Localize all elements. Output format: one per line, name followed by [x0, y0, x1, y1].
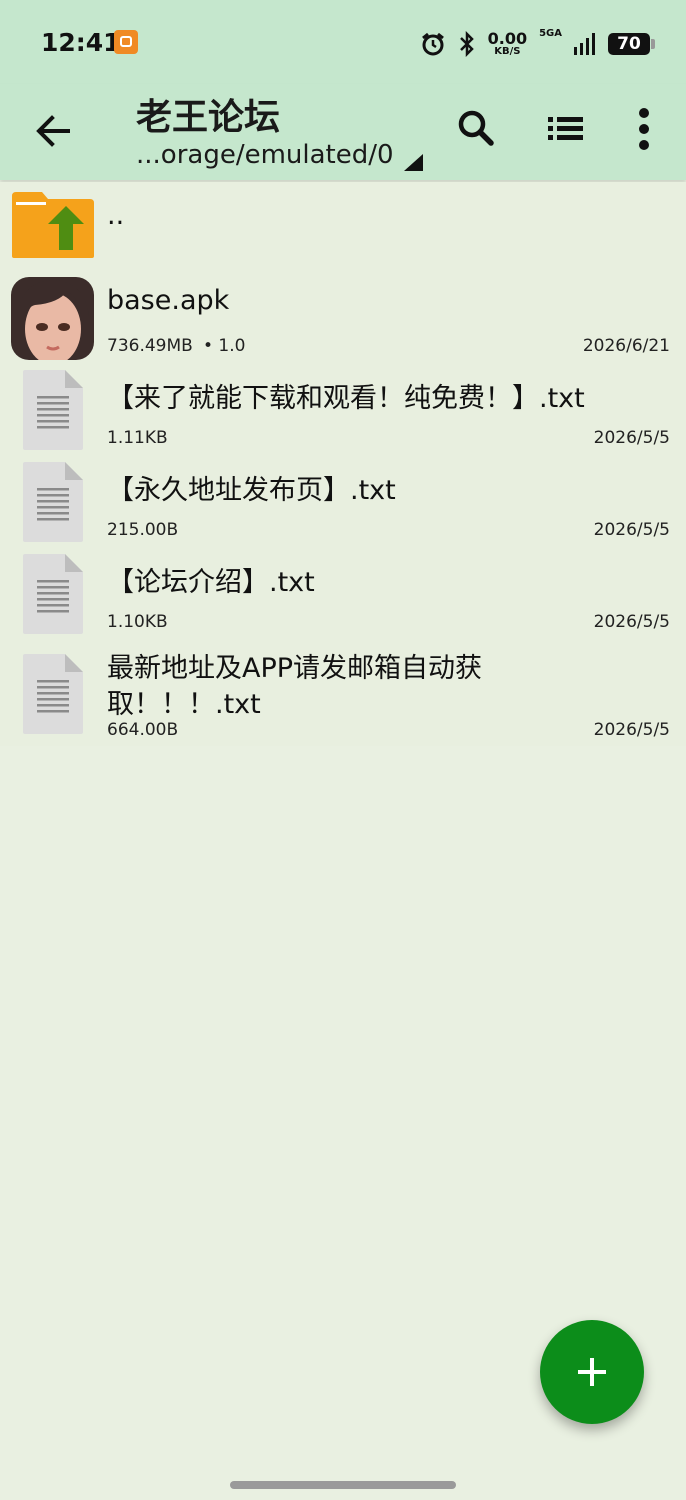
file-date: 2026/5/5: [593, 612, 670, 632]
file-name: 【来了就能下载和观看！纯免费！】.txt: [107, 383, 585, 414]
path-dropdown-icon[interactable]: [404, 154, 423, 171]
list-item-txt-4[interactable]: 最新地址及APP请发邮箱自动获 取！！！.txt 664.00B 2026/5/…: [0, 644, 686, 746]
list-item-base-apk[interactable]: base.apk 736.49MB • 1.0 2026/6/21: [0, 274, 686, 362]
network-type: 5GA: [539, 28, 562, 39]
status-icons: 0.00 KB/S 5GA 70: [420, 26, 655, 62]
network-speed: 0.00 KB/S: [488, 31, 527, 57]
apk-version: • 1.0: [203, 336, 246, 356]
file-date: 2026/5/5: [593, 520, 670, 540]
battery-level: 70: [617, 34, 641, 54]
text-file-icon: [23, 370, 83, 450]
status-time: 12:41: [41, 28, 121, 57]
file-size: 1.10KB: [107, 612, 168, 632]
list-item-txt-3[interactable]: 【论坛介绍】.txt 1.10KB 2026/5/5: [0, 550, 686, 640]
network-speed-unit: KB/S: [494, 46, 521, 57]
file-name: 【永久地址发布页】.txt: [107, 475, 396, 506]
file-size: 215.00B: [107, 520, 179, 540]
file-name: base.apk: [107, 285, 230, 316]
file-name: 【论坛介绍】.txt: [107, 567, 315, 598]
file-date: 2026/6/21: [582, 336, 670, 356]
file-size: 736.49MB: [107, 336, 193, 356]
file-name-line-2: 取！！！.txt: [107, 689, 261, 720]
file-size: 1.11KB: [107, 428, 168, 448]
apk-app-icon: [11, 277, 94, 360]
network-speed-value: 0.00: [487, 29, 528, 48]
battery-icon: 70: [608, 33, 655, 55]
add-button[interactable]: [540, 1320, 644, 1424]
list-view-icon[interactable]: [544, 106, 588, 150]
bluetooth-icon: [459, 31, 474, 57]
home-indicator[interactable]: [230, 1481, 456, 1489]
list-item-parent-folder[interactable]: ..: [0, 182, 686, 270]
file-date: 2026/5/5: [593, 428, 670, 448]
file-name-line-1: 最新地址及APP请发邮箱自动获: [107, 653, 483, 684]
text-file-icon: [23, 462, 83, 542]
folder-title: 老王论坛: [136, 97, 281, 138]
search-icon[interactable]: [452, 104, 500, 152]
alarm-icon: [421, 32, 444, 56]
file-list: .. base.apk 736.49MB • 1.0 2026/6/21 【来了…: [0, 182, 686, 746]
current-path[interactable]: ...orage/emulated/0: [136, 140, 394, 170]
app-notification-icon: [114, 30, 138, 54]
signal-icon: [574, 33, 595, 55]
list-item-txt-2[interactable]: 【永久地址发布页】.txt 215.00B 2026/5/5: [0, 458, 686, 548]
text-file-icon: [23, 654, 83, 734]
text-file-icon: [23, 554, 83, 634]
file-size: 664.00B: [107, 720, 179, 740]
file-date: 2026/5/5: [593, 720, 670, 740]
more-vert-icon[interactable]: [626, 104, 662, 154]
back-arrow-icon[interactable]: [28, 106, 78, 156]
list-item-txt-1[interactable]: 【来了就能下载和观看！纯免费！】.txt 1.11KB 2026/5/5: [0, 366, 686, 456]
status-bar: 12:41 0.00 KB/S 5GA 70: [0, 0, 686, 84]
toolbar: 老王论坛 ...orage/emulated/0: [0, 84, 686, 180]
parent-folder-label: ..: [107, 200, 125, 231]
parent-folder-icon: [12, 192, 94, 258]
